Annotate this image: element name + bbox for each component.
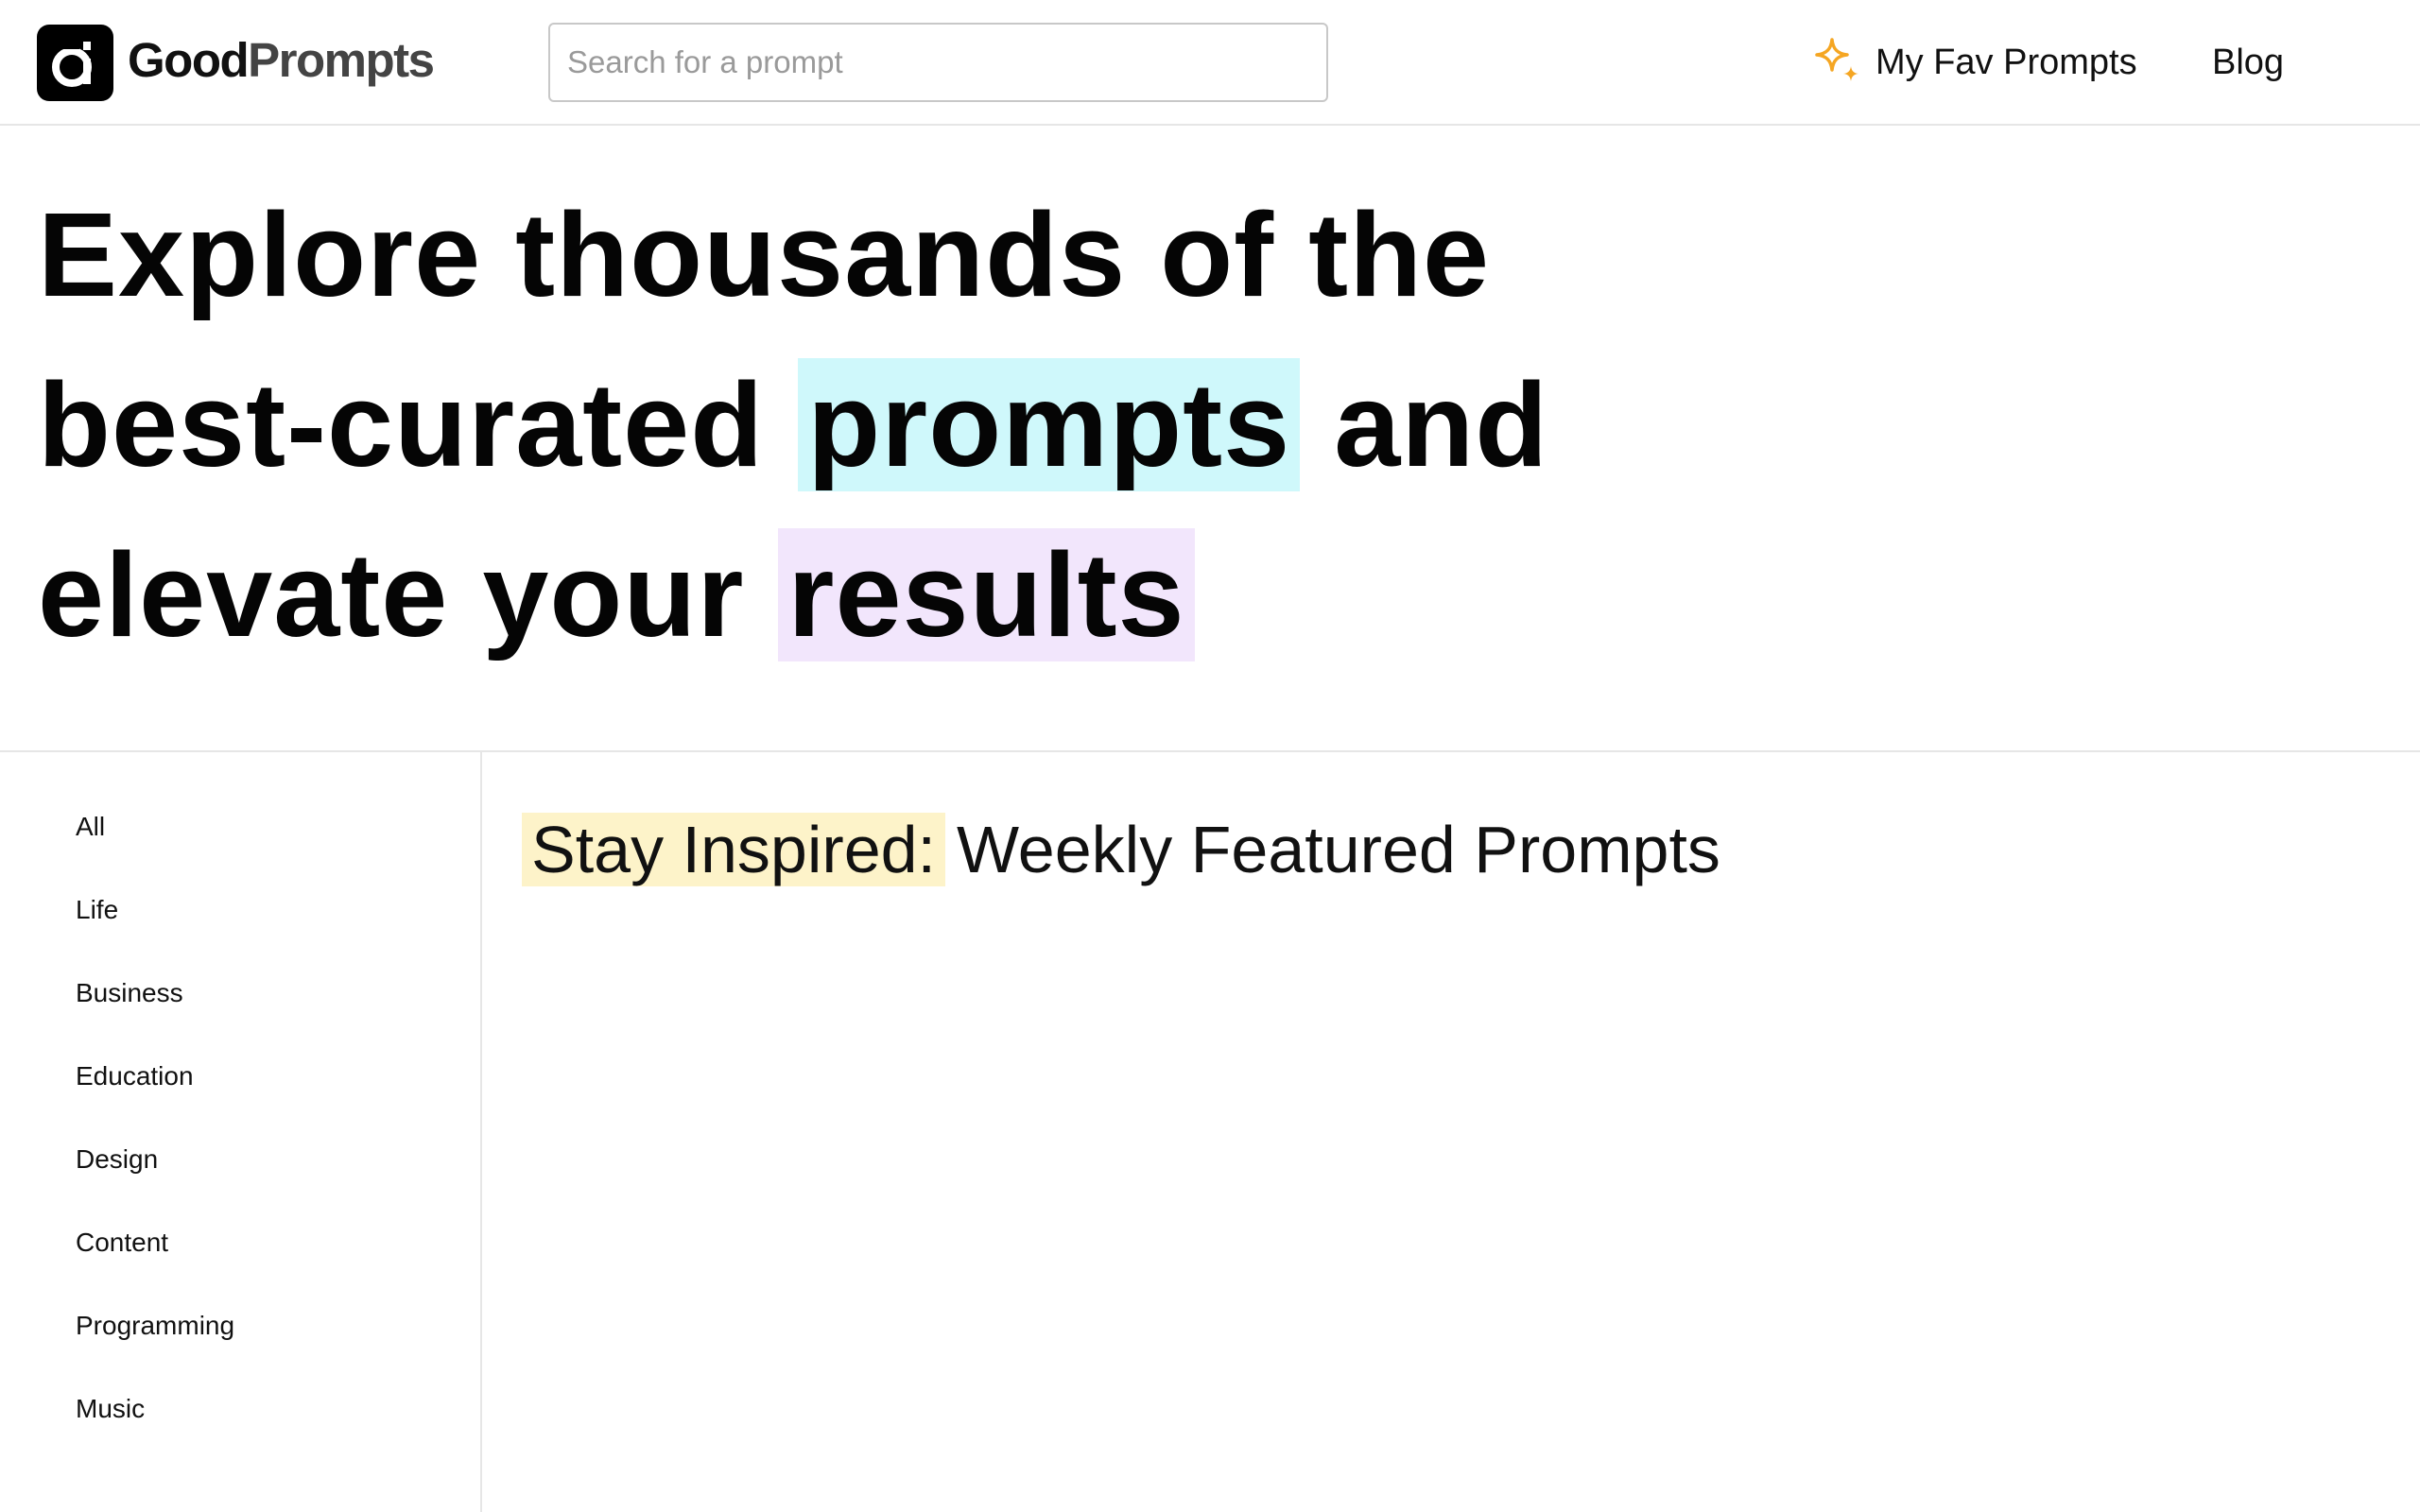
category-life[interactable]: Life — [76, 893, 118, 927]
nav-blog-link[interactable]: Blog — [2212, 32, 2284, 93]
hero-line-1: Explore thousands of the — [38, 188, 1491, 321]
featured-title-rest: Weekly Featured Prompts — [957, 813, 1720, 886]
category-design[interactable]: Design — [76, 1143, 158, 1177]
logo-word-prompts: Prompts — [248, 33, 435, 87]
featured-title-highlight: Stay Inspired: — [522, 813, 945, 886]
top-navigation-bar: GoodPrompts My Fav Prompts Blog — [0, 0, 2420, 126]
hero-line-3: elevate your results — [38, 510, 1834, 680]
hero-line-2-end: and — [1334, 358, 1549, 491]
featured-section-title: Stay Inspired: Weekly Featured Prompts — [522, 801, 1720, 898]
category-music[interactable]: Music — [76, 1392, 145, 1426]
hero-highlight-prompts: prompts — [798, 358, 1301, 491]
category-education[interactable]: Education — [76, 1059, 194, 1093]
good-prompts-logo-icon[interactable] — [37, 25, 113, 101]
hero-line-2-start: best-curated — [38, 358, 765, 491]
category-programming[interactable]: Programming — [76, 1309, 234, 1343]
category-all[interactable]: All — [76, 810, 105, 844]
category-content[interactable]: Content — [76, 1226, 168, 1260]
nav-my-fav-prompts[interactable]: My Fav Prompts — [1813, 32, 2137, 93]
hero-line-3-start: elevate your — [38, 528, 745, 662]
sparkle-stars-icon — [1813, 36, 1862, 90]
hero-highlight-results: results — [778, 528, 1195, 662]
site-logo-text[interactable]: GoodPrompts — [128, 32, 435, 89]
hero-headline: Explore thousands of the best-curated pr… — [38, 170, 1834, 680]
hero-line-2: best-curated prompts and — [38, 340, 1834, 510]
category-sidebar: All Life Business Education Design Conte… — [0, 752, 482, 1512]
nav-my-fav-prompts-label: My Fav Prompts — [1876, 42, 2137, 82]
logo-word-good: Good — [128, 33, 250, 87]
category-business[interactable]: Business — [76, 976, 183, 1010]
search-input[interactable] — [548, 23, 1328, 102]
